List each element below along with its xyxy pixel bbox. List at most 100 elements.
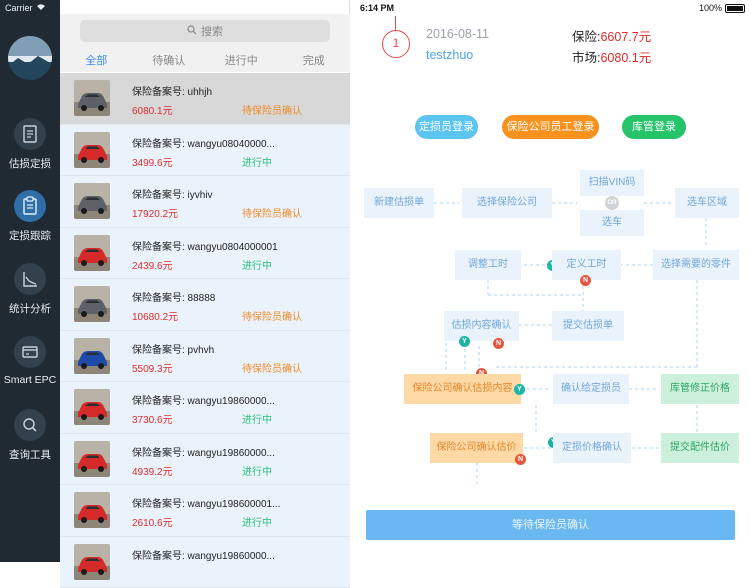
flow-adjust-hours: 调整工时 [455, 250, 521, 280]
filter-tabs: 全部 待确认 进行中 完成 [60, 50, 350, 72]
flow-warehouse-fix-price: 库管修正价格 [661, 374, 739, 404]
rail-item-stats[interactable]: 统计分析 [0, 263, 60, 316]
card-icon [14, 336, 46, 368]
row-price: 3730.6元 [132, 411, 173, 426]
flow-no-badge: N [580, 275, 591, 286]
flow-choose-area: 选车区域 [675, 188, 739, 218]
car-thumbnail [74, 183, 110, 219]
list-item[interactable]: 保险备案号: 88888 10680.2元 待保险员确认 [60, 279, 350, 331]
detail-pane: 1 2016-08-11 testzhuo 保险:6607.7元 市场:6080… [351, 0, 750, 562]
row-status: 待保险员确认 [242, 308, 302, 323]
list-item[interactable]: 保险备案号: pvhvh 5509.3元 待保险员确认 [60, 331, 350, 383]
row-title: 保险备案号: wangyu19860000... [132, 547, 342, 562]
claim-user[interactable]: testzhuo [426, 48, 473, 62]
avatar[interactable] [8, 36, 52, 80]
wait-insurer-confirm-button[interactable]: 等待保险员确认 [366, 510, 735, 540]
status-bar: Carrier 6:14 PM 100% [0, 0, 750, 16]
row-status: 进行中 [242, 257, 272, 272]
clipboard-icon [14, 190, 46, 222]
step-connector [395, 16, 396, 30]
row-title: 保险备案号: uhhjh [132, 83, 342, 98]
row-title: 保险备案号: iyvhiv [132, 186, 342, 201]
rail-label-stats: 统计分析 [0, 301, 60, 316]
flow-yes-badge: Y [514, 384, 525, 395]
flow-no-badge: N [515, 454, 526, 465]
flow-confirm-estimate: 估损内容确认 [444, 311, 519, 341]
flow-submit-estimate: 提交估损单 [552, 311, 624, 341]
row-title: 保险备案号: wangyu08040000... [132, 135, 342, 150]
list-item[interactable]: 保险备案号: uhhjh 6080.1元 待保险员确认 [60, 73, 350, 125]
flow-assess-price-confirm: 定损价格确认 [553, 433, 631, 463]
status-battery: 100% [699, 3, 745, 13]
row-price: 6080.1元 [132, 102, 173, 117]
search-input[interactable]: 搜索 [80, 20, 330, 42]
row-price: 10680.2元 [132, 308, 178, 323]
flow-new-estimate: 新建估损单 [364, 188, 434, 218]
search-icon [14, 409, 46, 441]
rail-item-query[interactable]: 查询工具 [0, 409, 60, 462]
list-item[interactable]: 保险备案号: wangyu19860000... 3730.6元 进行中 [60, 382, 350, 434]
battery-icon [725, 4, 745, 13]
rail-item-estimate[interactable]: 估损定损 [0, 118, 60, 171]
row-status: 待保险员确认 [242, 102, 302, 117]
status-carrier: Carrier [5, 3, 46, 13]
claims-list: 保险备案号: uhhjh 6080.1元 待保险员确认 保险备案号: wangy… [60, 73, 350, 588]
car-thumbnail [74, 492, 110, 528]
left-rail: 估损定损 定损跟踪 统计分析 Smart EPC 查询工具 [0, 0, 60, 562]
flow-no-badge: N [493, 338, 504, 349]
rail-item-tracking[interactable]: 定损跟踪 [0, 190, 60, 243]
assessor-login-button[interactable]: 定损员登录 [415, 115, 478, 139]
tab-in-progress[interactable]: 进行中 [205, 50, 278, 72]
warehouse-login-button[interactable]: 库管登录 [622, 115, 686, 139]
row-price: 2439.6元 [132, 257, 173, 272]
car-thumbnail [74, 132, 110, 168]
row-price: 4939.2元 [132, 463, 173, 478]
flow-insurer-confirm-price: 保险公司确认估价 [430, 433, 523, 463]
car-thumbnail [74, 338, 110, 374]
car-thumbnail [74, 80, 110, 116]
row-price: 3499.6元 [132, 154, 173, 169]
rail-label-query: 查询工具 [0, 447, 60, 462]
battery-label: 100% [699, 3, 722, 13]
list-item[interactable]: 保险备案号: iyvhiv 17920.2元 待保险员确认 [60, 176, 350, 228]
row-title: 保险备案号: wangyu19860000... [132, 392, 342, 407]
row-status: 进行中 [242, 514, 272, 529]
list-item[interactable]: 保险备案号: wangyu19860000... 4939.2元 进行中 [60, 434, 350, 486]
row-status: 进行中 [242, 154, 272, 169]
search-icon [187, 25, 197, 38]
row-status: 进行中 [242, 411, 272, 426]
tab-pending[interactable]: 待确认 [133, 50, 206, 72]
insurer-login-button[interactable]: 保险公司员工登录 [502, 115, 599, 139]
flow-confirm-assessor: 确认给定损员 [553, 374, 629, 404]
flow-or-badge: OR [605, 196, 619, 210]
insurance-value: 6607.7元 [600, 30, 651, 44]
insurance-label: 保险: [572, 30, 600, 44]
row-status: 进行中 [242, 463, 272, 478]
flow-choose-car: 选车 [580, 210, 644, 236]
row-title: 保险备案号: pvhvh [132, 341, 342, 356]
row-title: 保险备案号: wangyu198600001... [132, 495, 342, 510]
list-item[interactable]: 保险备案号: wangyu19860000... [60, 537, 350, 588]
claim-date: 2016-08-11 [426, 27, 489, 41]
flow-scan-vin: 扫描VIN码 [580, 170, 644, 196]
row-price: 17920.2元 [132, 205, 178, 220]
rail-item-smart-epc[interactable]: Smart EPC [0, 336, 60, 386]
row-title: 保险备案号: wangyu19860000... [132, 444, 342, 459]
row-status: 待保险员确认 [242, 360, 302, 375]
tab-all[interactable]: 全部 [60, 50, 133, 72]
flow-insurer-confirm-content: 保险公司确认估损内容 [404, 374, 521, 404]
rail-label-smart-epc: Smart EPC [0, 374, 60, 386]
search-header: 搜索 全部 待确认 进行中 完成 [60, 14, 350, 72]
search-placeholder: 搜索 [201, 23, 223, 39]
list-item[interactable]: 保险备案号: wangyu0804000001 2439.6元 进行中 [60, 228, 350, 280]
market-price: 市场:6080.1元 [572, 47, 651, 66]
list-item[interactable]: 保险备案号: wangyu08040000... 3499.6元 进行中 [60, 125, 350, 177]
flow-submit-parts-price: 提交配件估价 [661, 433, 739, 463]
row-title: 保险备案号: 88888 [132, 289, 342, 304]
document-icon [14, 118, 46, 150]
car-thumbnail [74, 389, 110, 425]
tab-done[interactable]: 完成 [278, 50, 351, 72]
list-item[interactable]: 保险备案号: wangyu198600001... 2610.6元 进行中 [60, 485, 350, 537]
status-time: 6:14 PM [360, 3, 394, 13]
flow-yes-badge: Y [459, 336, 470, 347]
